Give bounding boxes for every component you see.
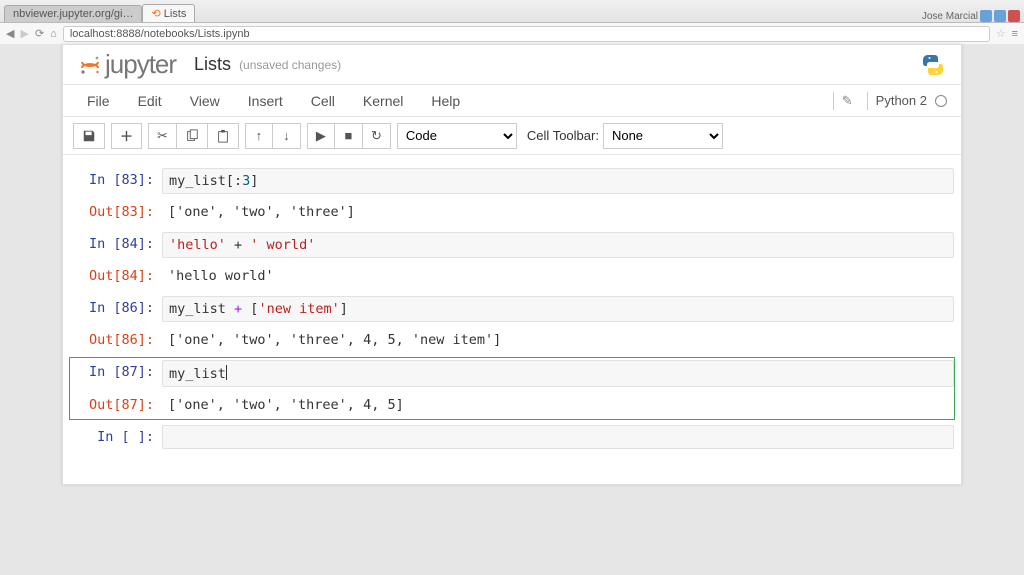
paste-button[interactable] — [208, 123, 239, 149]
cell-input[interactable]: 'hello' + ' world' — [162, 232, 954, 258]
window-close-icon[interactable] — [1008, 10, 1020, 22]
browser-tab-2-label: Lists — [164, 8, 187, 20]
cell-input[interactable] — [162, 425, 954, 449]
move-up-button[interactable]: ↑ — [245, 123, 273, 149]
input-prompt: In [86]: — [70, 296, 162, 320]
python-logo-icon — [921, 53, 945, 77]
menu-insert[interactable]: Insert — [234, 87, 297, 115]
cut-button[interactable]: ✂ — [148, 123, 177, 149]
cell-input[interactable]: my_list + ['new item'] — [162, 296, 954, 322]
input-prompt: In [83]: — [70, 168, 162, 192]
cell-toolbar-label: Cell Toolbar: — [527, 128, 599, 143]
move-down-button[interactable]: ↓ — [273, 123, 301, 149]
nav-forward-icon[interactable]: ▶ — [20, 27, 28, 40]
window-minimize-icon[interactable] — [980, 10, 992, 22]
browser-tab-1[interactable]: nbviewer.jupyter.org/gi… — [4, 5, 142, 22]
browser-chrome: nbviewer.jupyter.org/gi… ⟲ Lists Jose Ma… — [0, 0, 1024, 44]
cut-icon: ✂ — [157, 128, 168, 144]
insert-cell-button[interactable]: ＋ — [111, 123, 142, 149]
save-icon — [82, 129, 96, 143]
notebook-save-status: (unsaved changes) — [239, 58, 341, 72]
cell-toolbar-select[interactable]: None — [603, 123, 723, 149]
cell-output: 'hello world' — [162, 264, 954, 288]
cell-output: ['one', 'two', 'three', 4, 5] — [162, 393, 954, 417]
copy-icon — [185, 129, 199, 143]
menu-edit[interactable]: Edit — [124, 87, 176, 115]
code-cell[interactable]: In [83]:my_list[:3]Out[83]:['one', 'two'… — [69, 165, 955, 227]
input-prompt: In [87]: — [70, 360, 162, 384]
stop-icon: ■ — [344, 128, 352, 143]
nav-reload-icon[interactable]: ⟳ — [35, 27, 44, 40]
menu-view[interactable]: View — [176, 87, 234, 115]
run-button[interactable]: ▶ — [307, 123, 335, 149]
window-controls: Jose Marcial — [922, 10, 1024, 22]
cell-output: ['one', 'two', 'three', 4, 5, 'new item'… — [162, 328, 954, 352]
menu-file[interactable]: File — [73, 87, 124, 115]
menu-cell[interactable]: Cell — [297, 87, 349, 115]
code-cell[interactable]: In [84]:'hello' + ' world'Out[84]:'hello… — [69, 229, 955, 291]
code-cell[interactable]: In [ ]: — [69, 422, 955, 452]
input-prompt: In [84]: — [70, 232, 162, 256]
jupyter-page: jupyter Lists (unsaved changes) File Edi… — [62, 44, 962, 485]
nav-back-icon[interactable]: ◀ — [6, 27, 14, 40]
code-cell[interactable]: In [87]:my_listOut[87]:['one', 'two', 't… — [69, 357, 955, 420]
cell-input[interactable]: my_list[:3] — [162, 168, 954, 194]
jupyter-logo[interactable]: jupyter — [79, 49, 176, 80]
plus-icon: ＋ — [120, 126, 133, 145]
jupyter-logo-icon — [79, 54, 101, 76]
window-maximize-icon[interactable] — [994, 10, 1006, 22]
bookmark-star-icon[interactable]: ☆ — [996, 27, 1006, 40]
cell-type-select[interactable]: Code — [397, 123, 517, 149]
save-button[interactable] — [73, 123, 105, 149]
edit-mode-icon: ✎ — [842, 93, 853, 109]
header: jupyter Lists (unsaved changes) — [63, 45, 961, 85]
input-prompt: In [ ]: — [70, 425, 162, 449]
output-prompt: Out[83]: — [70, 200, 162, 224]
output-prompt: Out[87]: — [70, 393, 162, 417]
cell-input[interactable]: my_list — [162, 360, 954, 387]
output-prompt: Out[84]: — [70, 264, 162, 288]
notebook-title[interactable]: Lists — [194, 54, 231, 75]
menubar: File Edit View Insert Cell Kernel Help ✎… — [63, 85, 961, 117]
jupyter-favicon: ⟲ — [151, 8, 160, 20]
interrupt-button[interactable]: ■ — [335, 123, 363, 149]
output-prompt: Out[86]: — [70, 328, 162, 352]
code-cell[interactable]: In [86]:my_list + ['new item']Out[86]:['… — [69, 293, 955, 355]
arrow-down-icon: ↓ — [283, 128, 290, 143]
arrow-up-icon: ↑ — [256, 128, 263, 143]
restart-button[interactable]: ↻ — [363, 123, 391, 149]
cell-output: ['one', 'two', 'three'] — [162, 200, 954, 224]
play-icon: ▶ — [316, 128, 326, 144]
browser-menu-icon[interactable]: ≡ — [1012, 28, 1018, 40]
copy-button[interactable] — [177, 123, 208, 149]
menu-help[interactable]: Help — [417, 87, 474, 115]
kernel-name[interactable]: Python 2 — [876, 93, 927, 108]
paste-icon — [216, 129, 230, 143]
nav-home-icon[interactable]: ⌂ — [50, 28, 57, 40]
restart-icon: ↻ — [371, 128, 382, 144]
browser-tab-2[interactable]: ⟲ Lists — [142, 4, 195, 22]
menu-kernel[interactable]: Kernel — [349, 87, 417, 115]
notebook-container[interactable]: In [83]:my_list[:3]Out[83]:['one', 'two'… — [63, 155, 961, 484]
toolbar: ＋ ✂ ↑ ↓ ▶ ■ ↻ Code Cell Toolbar: None — [63, 117, 961, 155]
kernel-status-icon — [935, 95, 947, 107]
jupyter-wordmark: jupyter — [105, 49, 176, 80]
address-text: localhost:8888/notebooks/Lists.ipynb — [70, 28, 250, 40]
address-bar[interactable]: localhost:8888/notebooks/Lists.ipynb — [63, 26, 990, 42]
